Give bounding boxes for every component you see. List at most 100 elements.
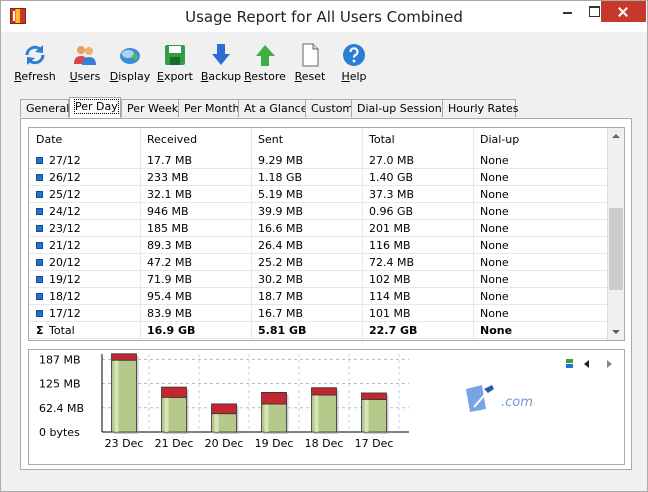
table-cell: 27/12 (36, 154, 81, 167)
scroll-thumb[interactable] (609, 208, 623, 291)
table-cell: None (480, 154, 509, 167)
table-row[interactable]: 26/12 233 MB 1.18 GB 1.40 GB None (29, 169, 607, 186)
table-cell: 17.7 MB (147, 154, 192, 167)
day-bullet-icon (36, 259, 43, 266)
x-tick-label: 19 Dec (255, 437, 294, 450)
cell-text: 185 MB (147, 222, 189, 235)
tab-general[interactable]: General (20, 99, 69, 117)
table-row[interactable]: 18/12 95.4 MB 18.7 MB 114 MB None (29, 288, 607, 305)
table-cell: 71.9 MB (147, 273, 192, 286)
scroll-down-button[interactable] (608, 323, 624, 340)
cell-text: 17.7 MB (147, 154, 193, 167)
cell-text: 114 MB (369, 290, 411, 303)
tab-custom[interactable]: Custom (305, 99, 354, 117)
bar-highlight (314, 394, 319, 432)
day-bullet-icon (36, 310, 43, 317)
column-header-date[interactable]: Date (36, 133, 62, 146)
export-label: Export (156, 70, 193, 83)
backup-button[interactable]: Backup (201, 43, 241, 87)
table-row[interactable]: 17/12 83.9 MB 16.7 MB 101 MB None (29, 305, 607, 322)
restore-button[interactable]: Restore (244, 43, 286, 87)
table-total-row[interactable]: Σ Total 16.9 GB 5.81 GB 22.7 GB None (29, 322, 607, 339)
x-tick-label: 18 Dec (305, 437, 344, 450)
tab-per-day[interactable]: Per Day (69, 97, 121, 118)
cell-text: 5.81 GB (258, 324, 307, 337)
cell-text: 946 MB (147, 205, 189, 218)
table-row[interactable]: 21/12 89.3 MB 26.4 MB 116 MB None (29, 237, 607, 254)
tab-per-week[interactable]: Per Week (121, 99, 179, 117)
title-bar[interactable]: Usage Report for All Users Combined (1, 1, 647, 32)
cell-text: 25.2 MB (258, 256, 304, 269)
scroll-up-button[interactable] (608, 128, 624, 145)
cell-text: 0.96 GB (369, 205, 414, 218)
table-row[interactable]: 23/12 185 MB 16.6 MB 201 MB None (29, 220, 607, 237)
cell-text: 27/12 (49, 154, 81, 167)
tab-at-a-glance[interactable]: At a Glance (238, 99, 308, 117)
cell-text: None (480, 273, 509, 286)
cell-text: 5.19 MB (258, 188, 304, 201)
refresh-button[interactable]: Refresh (14, 43, 56, 87)
table-cell: 101 MB (369, 307, 411, 320)
x-tick-label: 21 Dec (155, 437, 194, 450)
cell-text: 23/12 (49, 222, 81, 235)
table-cell: 16.9 GB (147, 324, 195, 337)
table-cell: 89.3 MB (147, 239, 192, 252)
tab-per-month[interactable]: Per Month (178, 99, 240, 117)
table-row[interactable]: 25/12 32.1 MB 5.19 MB 37.3 MB None (29, 186, 607, 203)
cell-text: 16.7 MB (258, 307, 304, 320)
table-cell: 17/12 (36, 307, 81, 320)
export-icon (165, 45, 185, 65)
x-tick-label: 23 Dec (105, 437, 144, 450)
minimize-button[interactable] (554, 1, 581, 22)
close-button[interactable] (601, 1, 646, 22)
table-row[interactable]: 19/12 71.9 MB 30.2 MB 102 MB None (29, 271, 607, 288)
cell-text: 22.7 GB (369, 324, 418, 337)
usage-table[interactable]: Date Received Sent Total Dial-up 27/12 17… (28, 127, 625, 341)
table-cell: None (480, 222, 509, 235)
table-row[interactable]: 24/12 946 MB 39.9 MB 0.96 GB None (29, 203, 607, 220)
daily-usage-chart: 187 MB 125 MB 62.4 MB 0 bytes 23 Dec 21 Dec 20… (28, 349, 625, 465)
legend-toggle-icon[interactable] (565, 358, 575, 370)
export-button[interactable]: Export (157, 43, 193, 87)
table-cell: 5.81 GB (258, 324, 306, 337)
reset-button[interactable]: Reset (295, 43, 325, 87)
table-row[interactable]: 27/12 17.7 MB 9.29 MB 27.0 MB None (29, 152, 607, 169)
table-cell: 26.4 MB (258, 239, 303, 252)
chart-canvas: 187 MB 125 MB 62.4 MB 0 bytes 23 Dec 21 Dec 20… (39, 353, 409, 450)
table-scrollbar[interactable] (607, 128, 624, 340)
cell-text: 26/12 (49, 171, 81, 184)
tab-label: Hourly Rates (448, 102, 519, 115)
reset-icon (302, 43, 319, 67)
tab-label: Custom (311, 102, 354, 115)
table-cell: 25/12 (36, 188, 81, 201)
tab-label: Per Week (127, 102, 179, 115)
help-button[interactable]: Help (341, 43, 367, 87)
table-cell: 102 MB (369, 273, 411, 286)
tab-dial-up-sessions[interactable]: Dial-up Sessions (351, 99, 447, 117)
cell-text: None (480, 154, 509, 167)
cell-text: 18.7 MB (258, 290, 304, 303)
chart-next-arrow-icon[interactable] (604, 358, 614, 370)
bar-highlight (264, 404, 269, 432)
chart-prev-arrow-icon[interactable] (582, 358, 592, 370)
column-header-received[interactable]: Received (147, 133, 197, 146)
cell-text: 30.2 MB (258, 273, 304, 286)
cell-text: 201 MB (369, 222, 411, 235)
table-row[interactable]: 20/12 47.2 MB 25.2 MB 72.4 MB None (29, 254, 607, 271)
column-header-sent[interactable]: Sent (258, 133, 283, 146)
help-icon (343, 44, 365, 66)
users-button[interactable]: Users (70, 43, 100, 87)
table-cell: None (480, 171, 509, 184)
tab-hourly-rates[interactable]: Hourly Rates (442, 99, 519, 117)
day-bullet-icon (36, 276, 43, 283)
table-cell: None (480, 239, 509, 252)
display-icon (120, 48, 140, 64)
day-bullet-icon (36, 174, 43, 181)
column-header-total[interactable]: Total (369, 133, 395, 146)
column-header-dial-up[interactable]: Dial-up (480, 133, 519, 146)
bar-sent (261, 391, 287, 405)
watermark-logo-icon (466, 385, 494, 412)
table-cell: None (480, 307, 509, 320)
table-cell: 23/12 (36, 222, 81, 235)
display-button[interactable]: Display (110, 43, 150, 87)
